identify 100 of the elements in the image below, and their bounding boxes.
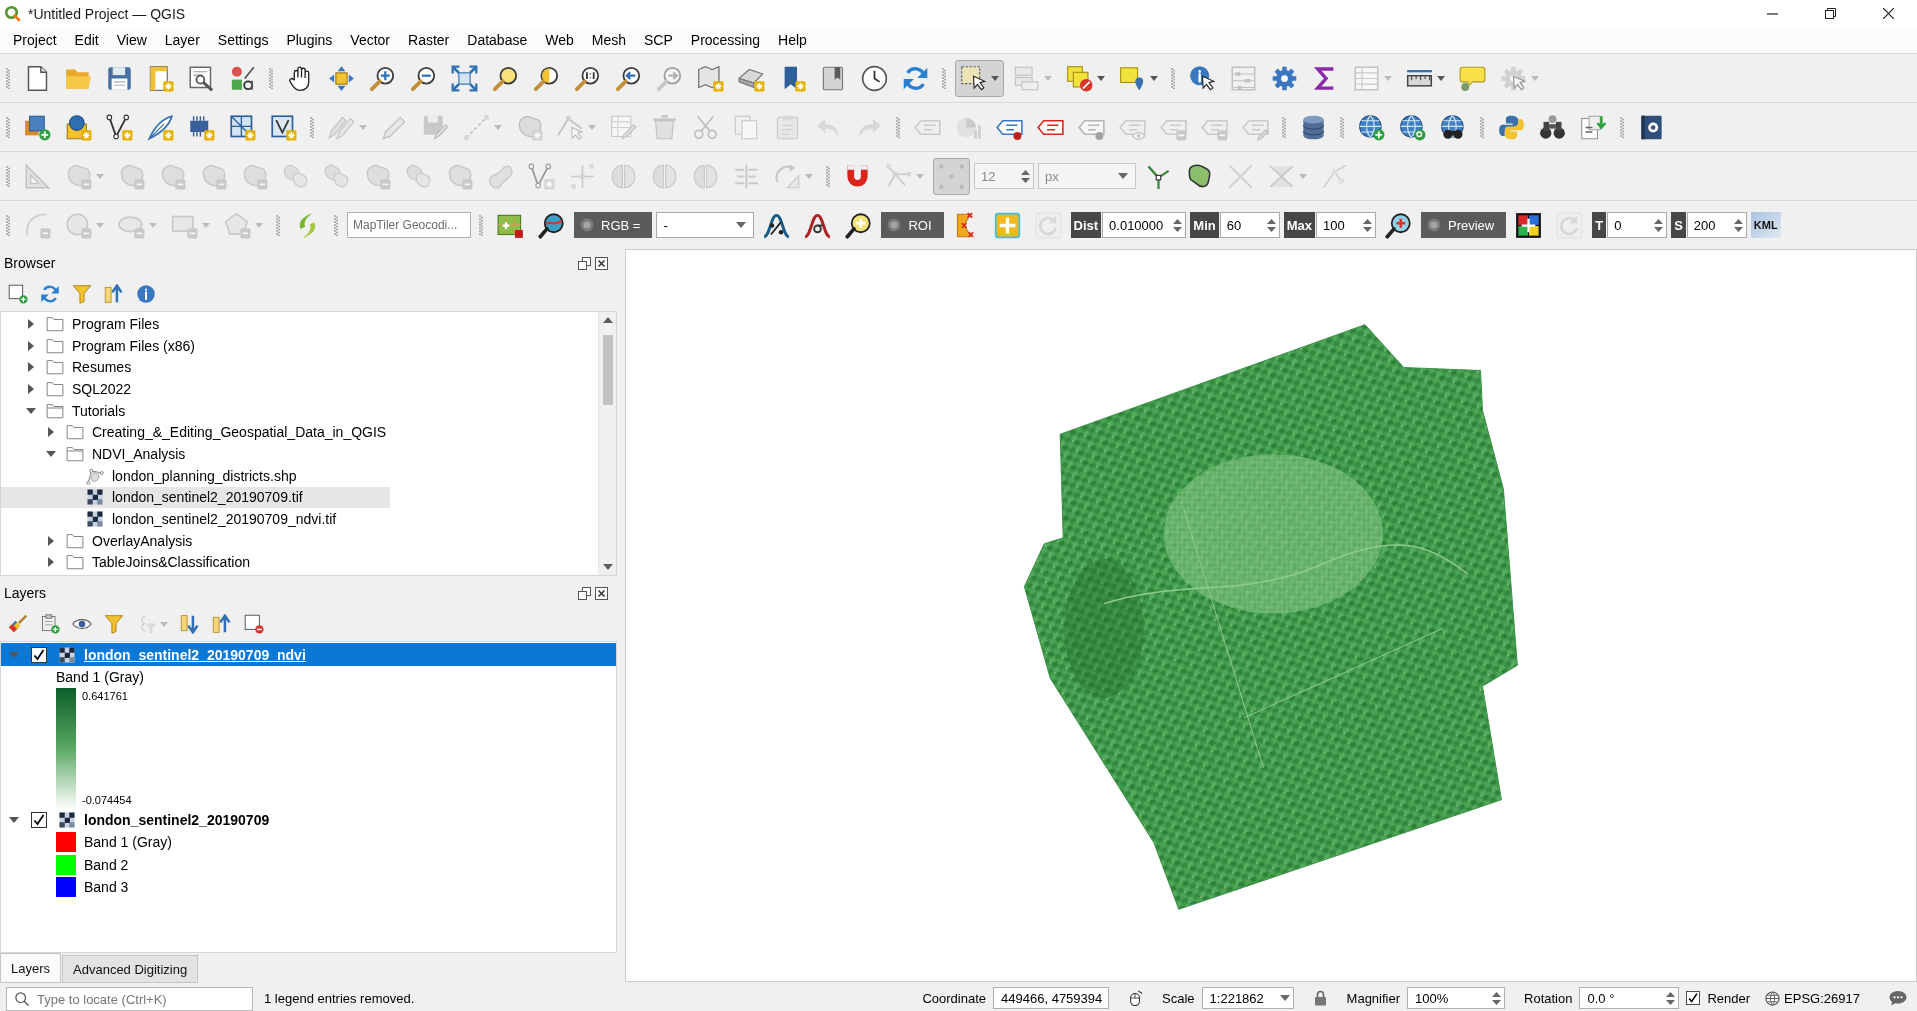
spin-arrows-icon[interactable] [1654,217,1664,233]
chip-icon[interactable] [188,113,215,141]
add-group-icon[interactable] [40,614,60,634]
grip-icon[interactable] [479,214,483,236]
add-layers-icon[interactable] [24,113,51,141]
filter-icon[interactable] [104,614,124,634]
menu-item[interactable]: Processing [681,30,770,50]
tree-item[interactable]: Program Files (x86) [1,334,391,357]
globe-box-icon[interactable] [65,113,92,141]
checkbox[interactable] [31,811,47,828]
rotation-spin-box[interactable]: 0.0 ° [1579,987,1680,1009]
grip-icon[interactable] [6,116,10,138]
tree-item[interactable]: london_planning_districts.shp [1,464,391,487]
vertical-scrollbar[interactable] [598,312,616,575]
translate-icon[interactable] [1580,113,1607,141]
tree-item[interactable]: SQL2022 [1,378,391,400]
dropdown-caret-icon[interactable] [736,222,747,228]
zoom-layer-icon[interactable] [492,64,519,92]
style-shapes-icon[interactable] [229,64,256,92]
reshape-polygon-icon[interactable] [1186,162,1213,190]
tree-item[interactable]: Tutorials [1,399,391,422]
refresh-icon[interactable] [40,284,60,304]
crs-button[interactable]: EPSG:26917 [1765,990,1860,1006]
spin-box[interactable]: 0.010000 [1102,212,1187,238]
geocoder-search-field[interactable]: MapTiler Geocodi... [347,212,471,238]
spin-arrows-icon[interactable] [1666,990,1676,1006]
grip-icon[interactable] [6,214,10,236]
caret-down-icon[interactable] [26,407,36,414]
grip-icon[interactable] [896,116,900,138]
spin-arrows-icon[interactable] [1266,217,1276,233]
dropdown-caret-icon[interactable] [1150,75,1158,81]
zoom-in-icon[interactable] [1385,211,1412,239]
virtual-layer-icon[interactable] [270,113,297,141]
tree-item[interactable]: OverlayAnalysis [1,529,391,552]
location-select-icon[interactable] [1119,64,1146,92]
select-cursor-icon[interactable] [960,64,987,92]
refresh-icon[interactable] [902,64,929,92]
spin-box[interactable]: 200 [1686,212,1747,238]
grid-icon[interactable] [229,113,256,141]
toggle-button[interactable]: Preview [1421,212,1507,238]
radio-icon[interactable] [1427,218,1441,232]
menu-item[interactable]: Raster [399,30,459,50]
caret-right-icon[interactable] [48,557,54,568]
undock-icon[interactable] [578,586,591,600]
tab[interactable]: Layers [0,953,62,983]
minimize-icon[interactable] [1766,12,1778,15]
undock-icon[interactable] [578,256,591,270]
caret-right-icon[interactable] [28,362,34,373]
caret-right-icon[interactable] [48,427,54,438]
paint-brush-icon[interactable] [8,614,28,634]
radio-icon[interactable] [580,218,594,232]
checkbox[interactable] [1686,991,1701,1005]
map-sheet-icon[interactable] [697,64,724,92]
menu-item[interactable]: Project [4,30,66,50]
colored-lens-icon[interactable] [538,211,565,239]
tree-item[interactable]: Program Files [1,313,391,335]
menu-item[interactable]: Mesh [582,30,635,50]
zoom-plus-icon[interactable] [845,211,873,239]
map-canvas[interactable] [625,249,1917,982]
caret-right-icon[interactable] [48,535,54,546]
coordinate-field[interactable]: 449466, 4759394 [993,987,1110,1009]
tree-item[interactable]: Creating_&_Editing_Geospatial_Data_in_QGIS [1,421,391,444]
add-layer-icon[interactable] [8,284,28,304]
info-icon[interactable] [136,284,156,304]
tab[interactable]: Advanced Digitizing [62,955,199,983]
scale-combo-box[interactable]: 1:221862 [1201,987,1294,1009]
grip-icon[interactable] [1282,116,1286,138]
caret-right-icon[interactable] [28,340,34,351]
gear-icon[interactable] [1271,64,1298,92]
vertex-line-icon[interactable] [106,113,133,141]
spin-box[interactable]: 0 [1607,212,1668,238]
close-icon[interactable] [595,256,608,270]
tree-row[interactable]: london_sentinel2_20190709_ndvi [1,643,616,666]
feather-icon[interactable] [147,113,174,141]
spin-box[interactable]: 60 [1219,212,1280,238]
move-arrows-icon[interactable] [328,64,355,92]
tree-item[interactable]: TableJoins&Classification [1,551,391,574]
radio-icon[interactable] [887,218,902,232]
close-icon[interactable] [1882,8,1894,19]
caret-down-icon[interactable] [46,450,56,457]
scrollbar-thumb[interactable] [602,335,613,405]
dropdown-caret-icon[interactable] [1097,75,1105,81]
color-grid-icon[interactable] [1515,211,1543,239]
tree-item[interactable]: Resumes [1,356,391,379]
zoom-full-icon[interactable] [451,64,478,92]
toggle-button[interactable]: ROI [881,212,944,238]
tree-item[interactable]: NDVI_Analysis [1,443,391,465]
grip-icon[interactable] [6,67,10,89]
dropdown-caret-icon[interactable] [1279,995,1290,1001]
zoom-in-icon[interactable] [369,64,396,92]
grip-icon[interactable] [1171,67,1175,89]
locator-search-field[interactable]: Type to locate (Ctrl+K) [6,987,253,1011]
menu-item[interactable]: Layer [155,30,209,50]
zoom-last-icon[interactable] [615,64,642,92]
filter-icon[interactable] [72,284,92,304]
page-wrench-icon[interactable] [188,64,215,92]
mouse-icon[interactable] [1128,990,1144,1006]
menu-item[interactable]: SCP [635,30,682,50]
zoom-native-icon[interactable] [574,64,601,92]
magnet-icon[interactable] [844,162,871,190]
